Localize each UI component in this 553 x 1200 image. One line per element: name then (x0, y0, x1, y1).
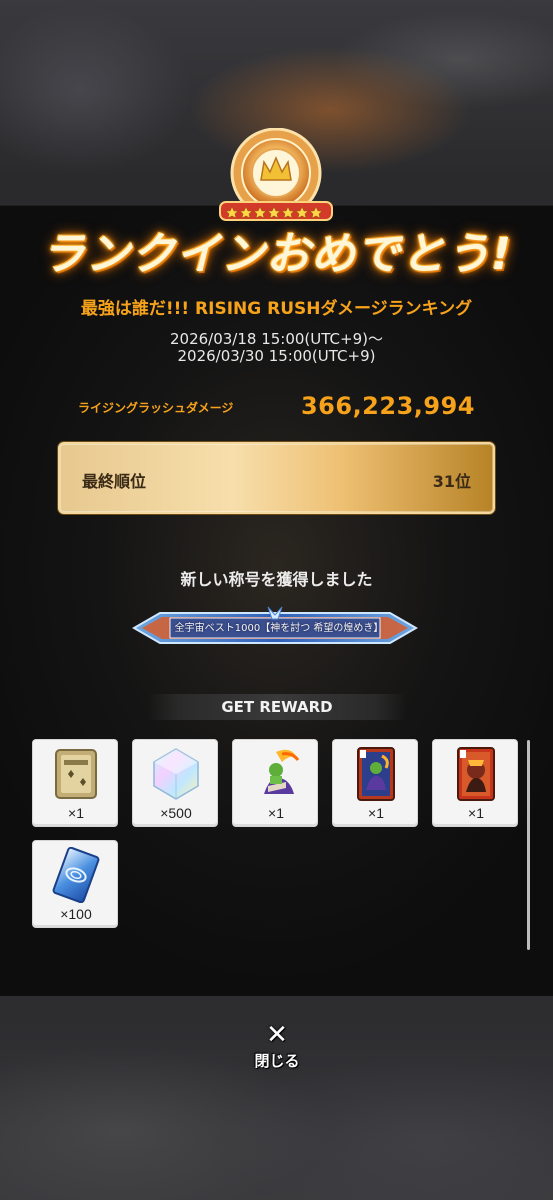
reward-scrollbar[interactable] (527, 740, 530, 950)
reward-item[interactable]: ×1 (332, 739, 418, 827)
event-title: 最強は誰だ!!! RISING RUSHダメージランキング (80, 299, 473, 319)
reward-header: GET REWARD (148, 694, 406, 720)
close-icon: ✕ (266, 1020, 288, 1050)
character-art-icon (264, 749, 300, 794)
final-rank-value: 31位 (432, 472, 471, 491)
damage-value: 366,223,994 (300, 392, 475, 420)
reward-item[interactable]: ×500 (132, 739, 218, 827)
reward-header-text: GET REWARD (221, 698, 333, 716)
final-rank-box: 最終順位 31位 (58, 442, 495, 514)
close-button[interactable]: ✕ 閉じる (246, 1020, 308, 1076)
crown-medal-icon (219, 128, 333, 221)
final-rank-label: 最終順位 (82, 472, 147, 491)
crystal-icon (153, 748, 199, 800)
reward-item[interactable]: ×1 (432, 739, 518, 827)
reward-item[interactable]: ×100 (32, 840, 118, 928)
title-plate-text: 全宇宙ベスト1000【神を討つ 希望の煌めき】 (174, 623, 384, 634)
period-end: 2026/03/30 15:00(UTC+9) (177, 347, 376, 365)
rank-in-banner-title: ランクインおめでとう! (40, 229, 513, 280)
reward-qty: ×1 (368, 805, 384, 821)
reward-item[interactable]: ×1 (32, 739, 118, 827)
new-title-message: 新しい称号を獲得しました (180, 570, 373, 589)
title-plate: 全宇宙ベスト1000【神を討つ 希望の煌めき】 (130, 605, 420, 651)
ticket-blue-icon (52, 847, 100, 903)
period-start: 2026/03/18 15:00(UTC+9)～ (169, 330, 383, 348)
character-card-icon (357, 747, 395, 801)
reward-grid: ×1 ×500 ×1 ×1 ×1 ×100 (32, 739, 522, 934)
close-label: 閉じる (254, 1052, 300, 1070)
reward-qty: ×1 (68, 805, 84, 821)
reward-qty: ×500 (160, 805, 192, 821)
reward-qty: ×1 (468, 805, 484, 821)
ticket-icon (55, 749, 97, 799)
character-card-icon-2 (457, 747, 495, 801)
reward-qty: ×1 (268, 805, 284, 821)
reward-qty: ×100 (60, 906, 92, 922)
reward-item[interactable]: ×1 (232, 739, 318, 827)
damage-label: ライジングラッシュダメージ (78, 401, 234, 415)
